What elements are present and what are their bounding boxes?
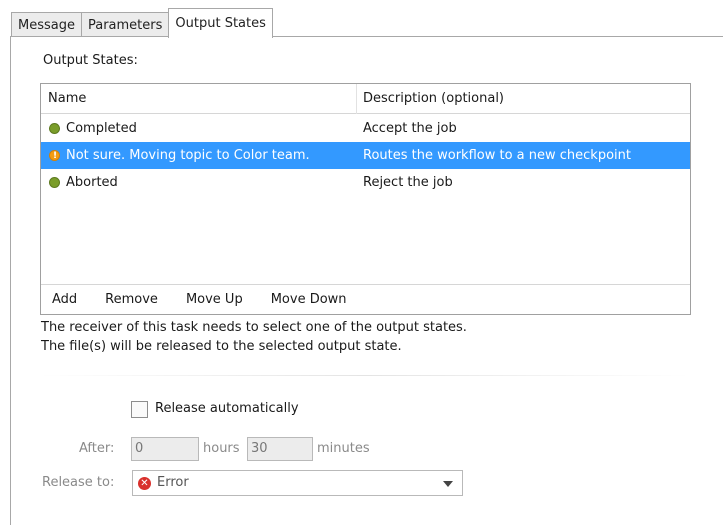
row-description: Routes the workflow to a new checkpoint xyxy=(363,148,631,163)
list-header: Name Description (optional) xyxy=(41,84,690,114)
after-label: After: xyxy=(79,441,115,456)
list-item[interactable]: Not sure. Moving topic to Color team. Ro… xyxy=(41,142,690,170)
row-name-cell: Completed xyxy=(49,115,137,142)
row-name: Completed xyxy=(66,121,137,136)
list-actions: Add Remove Move Up Move Down xyxy=(41,284,690,314)
row-description: Reject the job xyxy=(363,175,453,190)
warning-dot-icon xyxy=(49,143,60,170)
row-name-cell: Aborted xyxy=(49,169,118,196)
divider xyxy=(40,375,690,376)
tab-message[interactable]: Message xyxy=(11,12,82,38)
row-name-cell: Not sure. Moving topic to Color team. xyxy=(49,142,310,170)
column-header-name[interactable]: Name xyxy=(48,84,86,114)
tab-output-states[interactable]: Output States xyxy=(168,8,273,38)
list-item[interactable]: Aborted Reject the job xyxy=(41,169,690,196)
output-states-title: Output States: xyxy=(43,53,138,68)
remove-button[interactable]: Remove xyxy=(105,292,158,307)
release-to-label: Release to: xyxy=(42,475,115,490)
info-text-line-2: The file(s) will be released to the sele… xyxy=(41,339,402,354)
move-down-button[interactable]: Move Down xyxy=(271,292,347,307)
chevron-down-icon[interactable] xyxy=(443,481,453,487)
green-dot-icon xyxy=(49,123,60,134)
release-automatically-label[interactable]: Release automatically xyxy=(155,401,299,416)
move-up-button[interactable]: Move Up xyxy=(186,292,243,307)
release-to-value: Error xyxy=(157,475,189,490)
green-dot-icon xyxy=(49,177,60,188)
row-name: Not sure. Moving topic to Color team. xyxy=(66,148,310,163)
list-item[interactable]: Completed Accept the job xyxy=(41,115,690,142)
tab-parameters[interactable]: Parameters xyxy=(80,12,170,38)
column-header-description[interactable]: Description (optional) xyxy=(356,84,504,114)
minutes-input[interactable]: 30 xyxy=(247,437,313,461)
row-description: Accept the job xyxy=(363,121,457,136)
info-text-line-1: The receiver of this task needs to selec… xyxy=(41,320,467,335)
release-automatically-checkbox[interactable] xyxy=(131,401,148,418)
output-states-list[interactable]: Name Description (optional) Completed Ac… xyxy=(40,83,691,315)
tab-bar: Message Parameters Output States xyxy=(11,8,273,38)
row-name: Aborted xyxy=(66,175,118,190)
hours-input[interactable]: 0 xyxy=(131,437,199,461)
error-icon: ✕ xyxy=(138,476,151,490)
hours-label: hours xyxy=(203,441,240,456)
release-to-select[interactable]: ✕ Error xyxy=(132,470,463,496)
add-button[interactable]: Add xyxy=(52,292,77,307)
minutes-label: minutes xyxy=(317,441,370,456)
